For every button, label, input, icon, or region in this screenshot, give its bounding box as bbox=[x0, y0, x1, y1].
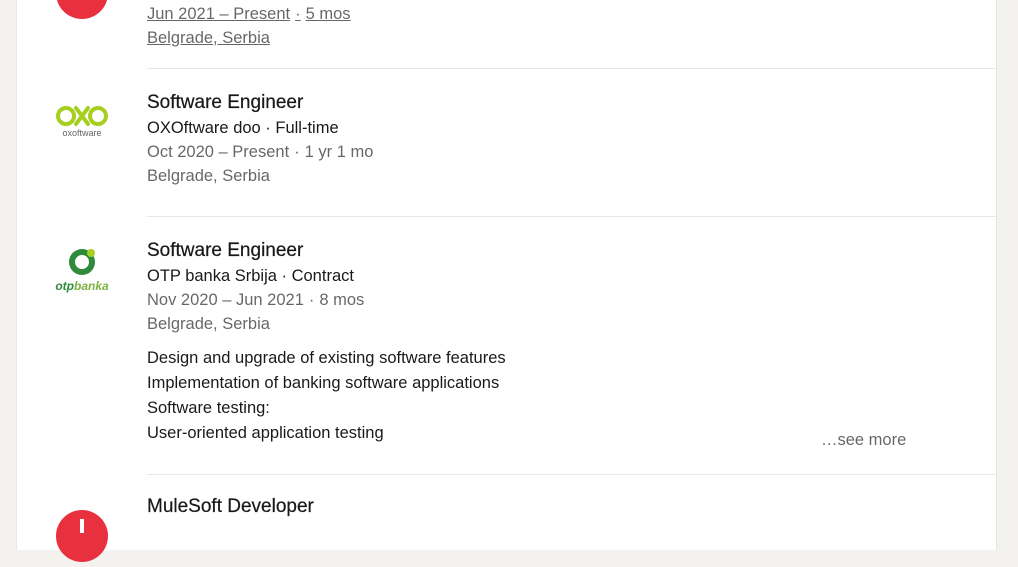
description-line: Implementation of banking software appli… bbox=[147, 374, 500, 392]
company-logo-oxoftware[interactable]: oxoftware bbox=[51, 96, 113, 158]
location: Belgrade, Serbia bbox=[147, 167, 270, 185]
logo-wordmark: oxoftware bbox=[62, 128, 101, 138]
company-logo-otp-banka[interactable]: otpbanka bbox=[51, 244, 113, 306]
date-range: Nov 2020 – Jun 2021 bbox=[147, 291, 304, 309]
date-range[interactable]: Jun 2021 – Present bbox=[147, 5, 290, 23]
svg-text:otpbanka: otpbanka bbox=[55, 279, 109, 293]
company-name: OXOftware doo · Full-time bbox=[147, 119, 339, 137]
logo-wordmark-otp: otp bbox=[55, 279, 74, 293]
description-line: Design and upgrade of existing software … bbox=[147, 349, 506, 367]
experience-card: Jun 2021 – Present · 5 mos Belgrade, Serbi… bbox=[16, 0, 997, 562]
position-title[interactable]: MuleSoft Developer bbox=[147, 494, 996, 520]
separator: · bbox=[294, 143, 300, 161]
duration: 1 yr 1 mo bbox=[304, 143, 374, 161]
company-logo-mulesoft[interactable] bbox=[51, 0, 113, 24]
separator: · bbox=[295, 5, 301, 23]
date-range: Oct 2020 – Present bbox=[147, 143, 290, 161]
see-more-button[interactable]: …see more bbox=[821, 428, 906, 453]
date-range-line: Oct 2020 – Present · 1 yr 1 mo bbox=[147, 140, 996, 164]
separator: · bbox=[308, 291, 315, 309]
location[interactable]: Belgrade, Serbia bbox=[147, 29, 270, 47]
duration: 8 mos bbox=[319, 291, 365, 309]
divider bbox=[147, 474, 996, 475]
position-title[interactable]: Software Engineer bbox=[147, 238, 996, 264]
company-name: OTP banka Srbija · Contract bbox=[147, 267, 354, 285]
date-range-line: Nov 2020 – Jun 2021 · 8 mos bbox=[147, 288, 996, 312]
position-title[interactable]: Software Engineer bbox=[147, 90, 996, 116]
location: Belgrade, Serbia bbox=[147, 315, 270, 333]
description-line: Software testing: bbox=[147, 399, 270, 417]
date-range-line: Jun 2021 – Present · 5 mos bbox=[147, 2, 996, 26]
duration[interactable]: 5 mos bbox=[306, 5, 351, 23]
logo-wordmark-banka: banka bbox=[74, 279, 109, 293]
company-logo-mulesoft[interactable] bbox=[51, 505, 113, 567]
divider bbox=[147, 216, 996, 217]
divider bbox=[147, 68, 996, 69]
